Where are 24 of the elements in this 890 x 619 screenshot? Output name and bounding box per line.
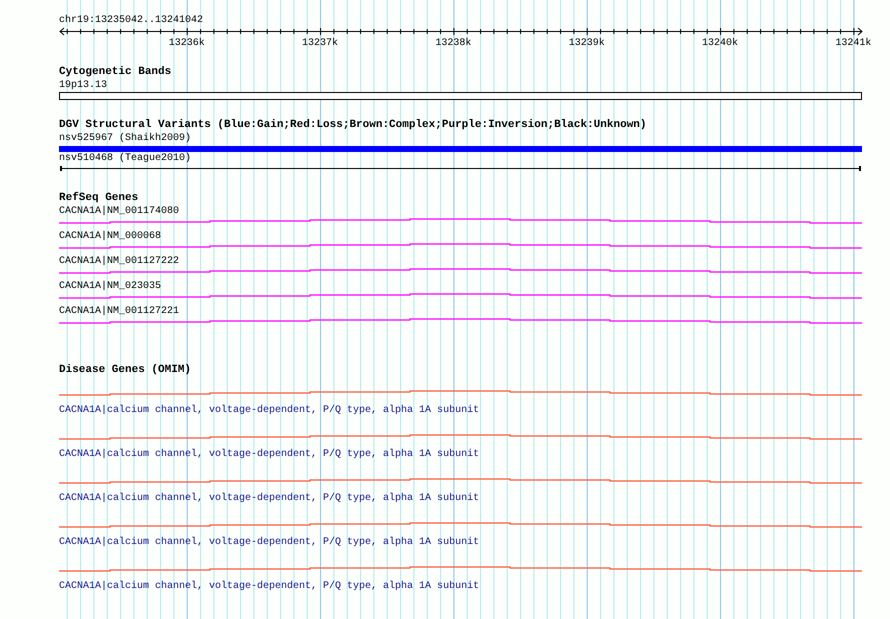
tick-label: 13237k (302, 38, 338, 49)
disease-label: CACNA1A|calcium channel, voltage-dependent, P/Q type, alpha 1A subunit (59, 536, 480, 548)
track-title: RefSeq Genes (59, 192, 138, 205)
band-label: 19p13.13 (59, 79, 108, 92)
track-title: DGV Structural Variants (Blue:Gain;Red:Loss;Brown:Complex;Purple:Inversion;Black:Unknown) (59, 119, 646, 132)
disease-label: CACNA1A|calcium channel, voltage-dependent, P/Q type, alpha 1A subunit (59, 448, 480, 460)
track-title: Disease Genes (OMIM) (59, 364, 192, 377)
gene-label: CACNA1A|NM_001127222 (59, 255, 180, 268)
track-title: Cytogenetic Bands (59, 66, 172, 79)
tick-label: 13238k (435, 38, 472, 49)
variant-label: nsv510468 (Teague2010) (59, 152, 192, 165)
disease-label: CACNA1A|calcium channel, voltage-dependent, P/Q type, alpha 1A subunit (59, 492, 480, 504)
tick-label: 13239k (568, 38, 605, 49)
gene-label: CACNA1A|NM_001174080 (59, 205, 180, 218)
disease-label: CACNA1A|calcium channel, voltage-dependent, P/Q type, alpha 1A subunit (59, 404, 480, 416)
gene-label: CACNA1A|NM_001127221 (59, 305, 180, 318)
gene-label: CACNA1A|NM_023035 (59, 280, 162, 293)
tick-label: 13236k (168, 38, 205, 49)
tick-label: 13241k (835, 38, 872, 49)
gene-label: CACNA1A|NM_000068 (59, 230, 162, 243)
disease-label: CACNA1A|calcium channel, voltage-dependent, P/Q type, alpha 1A subunit (59, 580, 480, 592)
location-label: chr19:13235042..13241042 (59, 14, 204, 27)
tick-label: 13240k (702, 38, 738, 49)
variant-label: nsv525967 (Shaikh2009) (59, 132, 192, 145)
